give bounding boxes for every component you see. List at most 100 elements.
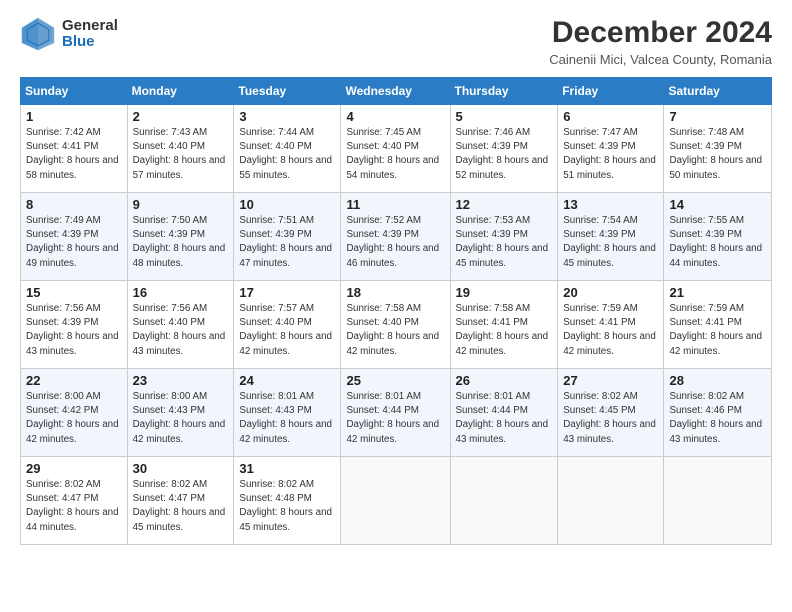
list-item: 7 Sunrise: 7:48 AMSunset: 4:39 PMDayligh… xyxy=(664,105,772,193)
day-number: 25 xyxy=(346,373,444,388)
day-number: 30 xyxy=(133,461,229,476)
day-number: 6 xyxy=(563,109,658,124)
day-number: 3 xyxy=(239,109,335,124)
calendar-table: Sunday Monday Tuesday Wednesday Thursday… xyxy=(20,77,772,545)
logo-icon xyxy=(20,16,56,52)
day-number: 17 xyxy=(239,285,335,300)
day-info: Sunrise: 7:46 AMSunset: 4:39 PMDaylight:… xyxy=(456,127,549,181)
table-row: 22 Sunrise: 8:00 AMSunset: 4:42 PMDaylig… xyxy=(21,369,772,457)
day-info: Sunrise: 7:47 AMSunset: 4:39 PMDaylight:… xyxy=(563,127,656,181)
list-item: 22 Sunrise: 8:00 AMSunset: 4:42 PMDaylig… xyxy=(21,369,128,457)
header-sunday: Sunday xyxy=(21,78,128,105)
calendar-header-row: Sunday Monday Tuesday Wednesday Thursday… xyxy=(21,78,772,105)
list-item: 8 Sunrise: 7:49 AMSunset: 4:39 PMDayligh… xyxy=(21,193,128,281)
list-item: 30 Sunrise: 8:02 AMSunset: 4:47 PMDaylig… xyxy=(127,457,234,545)
day-info: Sunrise: 7:49 AMSunset: 4:39 PMDaylight:… xyxy=(26,215,119,269)
list-item: 18 Sunrise: 7:58 AMSunset: 4:40 PMDaylig… xyxy=(341,281,450,369)
day-info: Sunrise: 7:59 AMSunset: 4:41 PMDaylight:… xyxy=(563,303,656,357)
day-info: Sunrise: 7:51 AMSunset: 4:39 PMDaylight:… xyxy=(239,215,332,269)
logo-general-text: General xyxy=(62,18,118,35)
list-item: 10 Sunrise: 7:51 AMSunset: 4:39 PMDaylig… xyxy=(234,193,341,281)
day-number: 4 xyxy=(346,109,444,124)
day-number: 21 xyxy=(669,285,766,300)
day-info: Sunrise: 8:02 AMSunset: 4:47 PMDaylight:… xyxy=(133,479,226,533)
table-row: 29 Sunrise: 8:02 AMSunset: 4:47 PMDaylig… xyxy=(21,457,772,545)
header-tuesday: Tuesday xyxy=(234,78,341,105)
day-number: 27 xyxy=(563,373,658,388)
header-wednesday: Wednesday xyxy=(341,78,450,105)
list-item: 23 Sunrise: 8:00 AMSunset: 4:43 PMDaylig… xyxy=(127,369,234,457)
list-item: 31 Sunrise: 8:02 AMSunset: 4:48 PMDaylig… xyxy=(234,457,341,545)
day-info: Sunrise: 8:00 AMSunset: 4:42 PMDaylight:… xyxy=(26,391,119,445)
day-number: 29 xyxy=(26,461,122,476)
day-number: 26 xyxy=(456,373,553,388)
day-info: Sunrise: 7:56 AMSunset: 4:40 PMDaylight:… xyxy=(133,303,226,357)
title-section: December 2024 Cainenii Mici, Valcea Coun… xyxy=(549,16,772,67)
list-item: 28 Sunrise: 8:02 AMSunset: 4:46 PMDaylig… xyxy=(664,369,772,457)
day-info: Sunrise: 7:43 AMSunset: 4:40 PMDaylight:… xyxy=(133,127,226,181)
day-info: Sunrise: 8:02 AMSunset: 4:47 PMDaylight:… xyxy=(26,479,119,533)
table-row: 8 Sunrise: 7:49 AMSunset: 4:39 PMDayligh… xyxy=(21,193,772,281)
list-item xyxy=(664,457,772,545)
day-number: 11 xyxy=(346,197,444,212)
list-item: 26 Sunrise: 8:01 AMSunset: 4:44 PMDaylig… xyxy=(450,369,558,457)
list-item: 17 Sunrise: 7:57 AMSunset: 4:40 PMDaylig… xyxy=(234,281,341,369)
day-info: Sunrise: 8:00 AMSunset: 4:43 PMDaylight:… xyxy=(133,391,226,445)
list-item: 6 Sunrise: 7:47 AMSunset: 4:39 PMDayligh… xyxy=(558,105,664,193)
list-item: 12 Sunrise: 7:53 AMSunset: 4:39 PMDaylig… xyxy=(450,193,558,281)
day-info: Sunrise: 8:01 AMSunset: 4:44 PMDaylight:… xyxy=(456,391,549,445)
day-info: Sunrise: 7:57 AMSunset: 4:40 PMDaylight:… xyxy=(239,303,332,357)
day-info: Sunrise: 7:56 AMSunset: 4:39 PMDaylight:… xyxy=(26,303,119,357)
day-number: 7 xyxy=(669,109,766,124)
day-number: 28 xyxy=(669,373,766,388)
list-item: 25 Sunrise: 8:01 AMSunset: 4:44 PMDaylig… xyxy=(341,369,450,457)
list-item: 11 Sunrise: 7:52 AMSunset: 4:39 PMDaylig… xyxy=(341,193,450,281)
list-item: 24 Sunrise: 8:01 AMSunset: 4:43 PMDaylig… xyxy=(234,369,341,457)
day-number: 31 xyxy=(239,461,335,476)
list-item xyxy=(450,457,558,545)
month-title: December 2024 xyxy=(549,16,772,50)
list-item: 27 Sunrise: 8:02 AMSunset: 4:45 PMDaylig… xyxy=(558,369,664,457)
list-item: 1 Sunrise: 7:42 AMSunset: 4:41 PMDayligh… xyxy=(21,105,128,193)
day-number: 13 xyxy=(563,197,658,212)
list-item: 16 Sunrise: 7:56 AMSunset: 4:40 PMDaylig… xyxy=(127,281,234,369)
day-number: 12 xyxy=(456,197,553,212)
list-item: 15 Sunrise: 7:56 AMSunset: 4:39 PMDaylig… xyxy=(21,281,128,369)
day-info: Sunrise: 8:02 AMSunset: 4:45 PMDaylight:… xyxy=(563,391,656,445)
day-info: Sunrise: 8:01 AMSunset: 4:43 PMDaylight:… xyxy=(239,391,332,445)
list-item: 20 Sunrise: 7:59 AMSunset: 4:41 PMDaylig… xyxy=(558,281,664,369)
day-info: Sunrise: 7:48 AMSunset: 4:39 PMDaylight:… xyxy=(669,127,762,181)
day-info: Sunrise: 8:02 AMSunset: 4:46 PMDaylight:… xyxy=(669,391,762,445)
table-row: 1 Sunrise: 7:42 AMSunset: 4:41 PMDayligh… xyxy=(21,105,772,193)
list-item xyxy=(341,457,450,545)
day-number: 10 xyxy=(239,197,335,212)
list-item: 14 Sunrise: 7:55 AMSunset: 4:39 PMDaylig… xyxy=(664,193,772,281)
day-number: 1 xyxy=(26,109,122,124)
header-friday: Friday xyxy=(558,78,664,105)
list-item: 3 Sunrise: 7:44 AMSunset: 4:40 PMDayligh… xyxy=(234,105,341,193)
logo: General Blue xyxy=(20,16,118,52)
logo-blue-text: Blue xyxy=(62,34,118,51)
day-number: 24 xyxy=(239,373,335,388)
day-number: 23 xyxy=(133,373,229,388)
day-number: 2 xyxy=(133,109,229,124)
day-info: Sunrise: 8:02 AMSunset: 4:48 PMDaylight:… xyxy=(239,479,332,533)
day-number: 20 xyxy=(563,285,658,300)
day-info: Sunrise: 7:59 AMSunset: 4:41 PMDaylight:… xyxy=(669,303,762,357)
day-info: Sunrise: 7:55 AMSunset: 4:39 PMDaylight:… xyxy=(669,215,762,269)
day-number: 5 xyxy=(456,109,553,124)
day-number: 18 xyxy=(346,285,444,300)
day-info: Sunrise: 7:58 AMSunset: 4:40 PMDaylight:… xyxy=(346,303,439,357)
day-number: 15 xyxy=(26,285,122,300)
list-item: 2 Sunrise: 7:43 AMSunset: 4:40 PMDayligh… xyxy=(127,105,234,193)
header-monday: Monday xyxy=(127,78,234,105)
day-number: 14 xyxy=(669,197,766,212)
day-info: Sunrise: 7:42 AMSunset: 4:41 PMDaylight:… xyxy=(26,127,119,181)
day-info: Sunrise: 7:50 AMSunset: 4:39 PMDaylight:… xyxy=(133,215,226,269)
list-item: 19 Sunrise: 7:58 AMSunset: 4:41 PMDaylig… xyxy=(450,281,558,369)
day-info: Sunrise: 7:52 AMSunset: 4:39 PMDaylight:… xyxy=(346,215,439,269)
list-item: 21 Sunrise: 7:59 AMSunset: 4:41 PMDaylig… xyxy=(664,281,772,369)
day-info: Sunrise: 8:01 AMSunset: 4:44 PMDaylight:… xyxy=(346,391,439,445)
day-number: 16 xyxy=(133,285,229,300)
list-item: 13 Sunrise: 7:54 AMSunset: 4:39 PMDaylig… xyxy=(558,193,664,281)
